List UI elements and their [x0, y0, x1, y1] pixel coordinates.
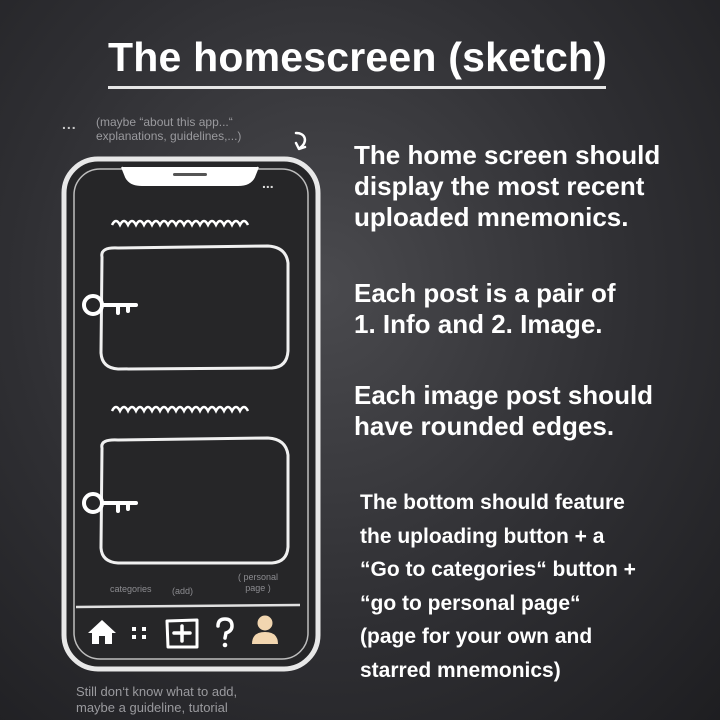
page-title: The homescreen (sketch)	[108, 34, 608, 80]
description-line: “go to personal page“	[360, 591, 581, 615]
description-line: Each image post should	[354, 380, 654, 410]
personal-page-label-line: ( personal	[238, 572, 279, 582]
title-underline	[108, 86, 606, 89]
home-screen-description: The home screen should display the most …	[354, 140, 660, 233]
categories-grid-icon[interactable]	[131, 626, 149, 640]
add-label: (add)	[172, 586, 194, 596]
about-app-note-line: (maybe “about this app...“	[96, 115, 233, 129]
categories-label: categories	[110, 584, 152, 594]
phone-menu-dots: ...	[262, 175, 274, 191]
tutorial-note-line: Still don‘t know what to add,	[76, 684, 238, 699]
user-icon[interactable]	[250, 614, 280, 646]
personal-page-label: ( personal page )	[238, 572, 278, 594]
tutorial-note-line: maybe a guideline, tutorial	[76, 700, 228, 715]
personal-page-label-line: page )	[245, 583, 271, 593]
description-line: The home screen should	[354, 140, 661, 170]
description-line: display the most recent	[354, 171, 645, 201]
phone-sketch	[61, 156, 321, 672]
description-line: uploaded mnemonics.	[354, 202, 629, 232]
description-line: the uploading button + a	[360, 524, 605, 548]
description-line: “Go to categories“ button +	[360, 558, 636, 581]
add-icon[interactable]	[163, 617, 203, 649]
home-icon[interactable]	[86, 618, 118, 646]
description-line: (page for your own and	[360, 625, 593, 648]
help-icon[interactable]	[214, 617, 236, 649]
about-app-note-line: explanations, guidelines,...)	[96, 129, 242, 143]
rounded-edges-description: Each image post should have rounded edge…	[354, 380, 653, 442]
description-line: 1. Info and 2. Image.	[354, 309, 603, 339]
bottom-bar-description: The bottom should feature the uploading …	[360, 486, 636, 687]
about-app-note: (maybe “about this app...“ explanations,…	[96, 115, 241, 143]
tutorial-note: Still don‘t know what to add, maybe a gu…	[76, 684, 237, 716]
about-menu-ellipsis: ...	[62, 116, 77, 132]
description-line: Each post is a pair of	[354, 278, 616, 308]
description-line: have rounded edges.	[354, 411, 615, 441]
description-line: starred mnemonics)	[360, 658, 561, 682]
post-structure-description: Each post is a pair of 1. Info and 2. Im…	[354, 278, 616, 340]
description-line: The bottom should feature	[360, 491, 625, 514]
